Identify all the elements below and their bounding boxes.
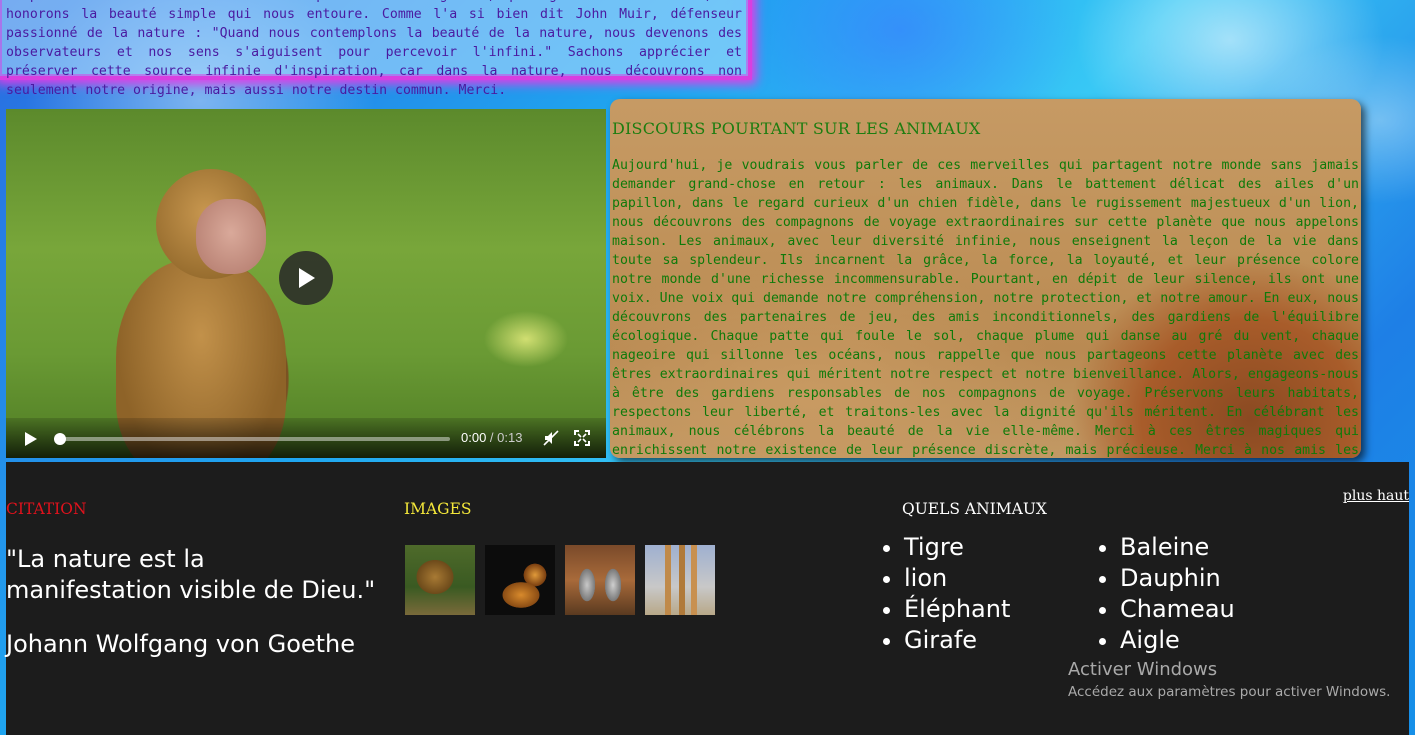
- speech-title: DISCOURS POURTANT SUR LES ANIMAUX: [612, 119, 981, 138]
- windows-activation-watermark: Activer Windows Accédez aux paramètres p…: [1068, 659, 1390, 700]
- lemur-thumbnail[interactable]: [565, 545, 635, 615]
- footer: CITATION "La nature est la manifestation…: [6, 462, 1409, 735]
- image-gallery: [405, 545, 715, 615]
- big-play-button[interactable]: [279, 251, 333, 305]
- video-progress-thumb[interactable]: [54, 433, 66, 445]
- video-player[interactable]: 0:00 / 0:13: [6, 109, 606, 458]
- activation-subtitle: Accédez aux paramètres pour activer Wind…: [1068, 684, 1391, 700]
- intro-text: responsabilité envers la nature. Respect…: [6, 0, 742, 98]
- video-duration: 0:13: [497, 430, 523, 445]
- tiger-thumbnail[interactable]: [485, 545, 555, 615]
- fullscreen-icon: [574, 430, 590, 446]
- list-item: Aigle: [1120, 625, 1235, 656]
- video-progress-bar[interactable]: [54, 433, 450, 445]
- list-item: Girafe: [904, 625, 1010, 656]
- mute-icon: [543, 430, 559, 446]
- play-icon: [25, 432, 37, 446]
- intro-box: responsabilité envers la nature. Respect…: [0, 0, 752, 98]
- video-controls: 0:00 / 0:13: [6, 418, 606, 458]
- list-item: Éléphant: [904, 594, 1010, 625]
- mute-button[interactable]: [543, 430, 559, 450]
- animals-title: QUELS ANIMAUX: [902, 500, 1047, 518]
- video-current-time: 0:00: [461, 430, 487, 445]
- images-title: IMAGES: [404, 500, 472, 518]
- quote-author: Johann Wolfgang von Goethe: [6, 630, 356, 658]
- play-button[interactable]: [24, 431, 38, 451]
- video-time-separator: /: [486, 430, 498, 445]
- quote-text: "La nature est la manifestation visible …: [6, 545, 376, 604]
- play-icon: [299, 268, 315, 288]
- giraffe-thumbnail[interactable]: [645, 545, 715, 615]
- list-item: lion: [904, 563, 1010, 594]
- lion-thumbnail[interactable]: [405, 545, 475, 615]
- animal-speech-box: DISCOURS POURTANT SUR LES ANIMAUX Aujour…: [610, 99, 1361, 458]
- list-item: Chameau: [1120, 594, 1235, 625]
- list-item: Tigre: [904, 532, 1010, 563]
- list-item: Dauphin: [1120, 563, 1235, 594]
- activation-title: Activer Windows: [1068, 659, 1218, 680]
- animals-list-1: Tigre lion Éléphant Girafe: [882, 532, 1010, 656]
- list-item: Baleine: [1120, 532, 1235, 563]
- video-frame-monkey-face: [196, 199, 266, 274]
- animals-list-2: Baleine Dauphin Chameau Aigle: [1098, 532, 1235, 656]
- back-to-top-link[interactable]: plus haut: [1343, 488, 1409, 504]
- speech-text: Aujourd'hui, je voudrais vous parler de …: [612, 158, 1359, 458]
- citation-title: CITATION: [6, 500, 87, 518]
- fullscreen-button[interactable]: [574, 430, 590, 450]
- video-time: 0:00 / 0:13: [461, 430, 522, 445]
